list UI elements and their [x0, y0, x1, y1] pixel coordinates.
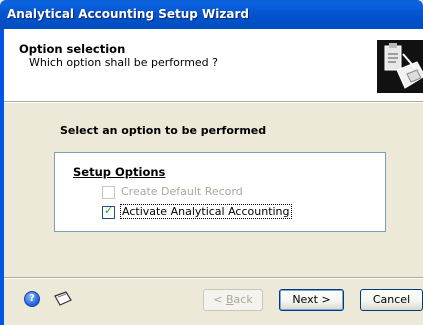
back-button[interactable]: < Back	[203, 289, 263, 311]
wizard-header: Option selection Which option shall be p…	[4, 29, 423, 101]
cancel-button[interactable]: Cancel	[360, 289, 423, 311]
window-titlebar[interactable]: Analytical Accounting Setup Wizard	[0, 0, 423, 29]
footer-separator	[4, 277, 423, 279]
header-separator	[4, 101, 423, 103]
create-default-record-checkbox[interactable]	[102, 186, 115, 199]
next-button[interactable]: Next >	[279, 289, 344, 311]
setup-options-group: Setup Options Create Default Record ✓ Ac…	[54, 152, 386, 232]
window-title: Analytical Accounting Setup Wizard	[7, 7, 249, 21]
create-default-record-label: Create Default Record	[121, 185, 243, 198]
help-icon[interactable]: ?	[24, 291, 40, 307]
wizard-clipboard-icon	[377, 40, 423, 93]
header-subtitle: Which option shall be performed ?	[29, 56, 219, 69]
section-label: Select an option to be performed	[60, 124, 267, 137]
header-title: Option selection	[19, 42, 126, 56]
activate-analytical-accounting-label: Activate Analytical Accounting	[120, 204, 292, 219]
activate-analytical-accounting-checkbox[interactable]: ✓	[102, 204, 115, 219]
note-icon[interactable]	[52, 290, 74, 307]
checkmark-icon: ✓	[104, 204, 114, 217]
setup-options-title: Setup Options	[73, 165, 166, 179]
